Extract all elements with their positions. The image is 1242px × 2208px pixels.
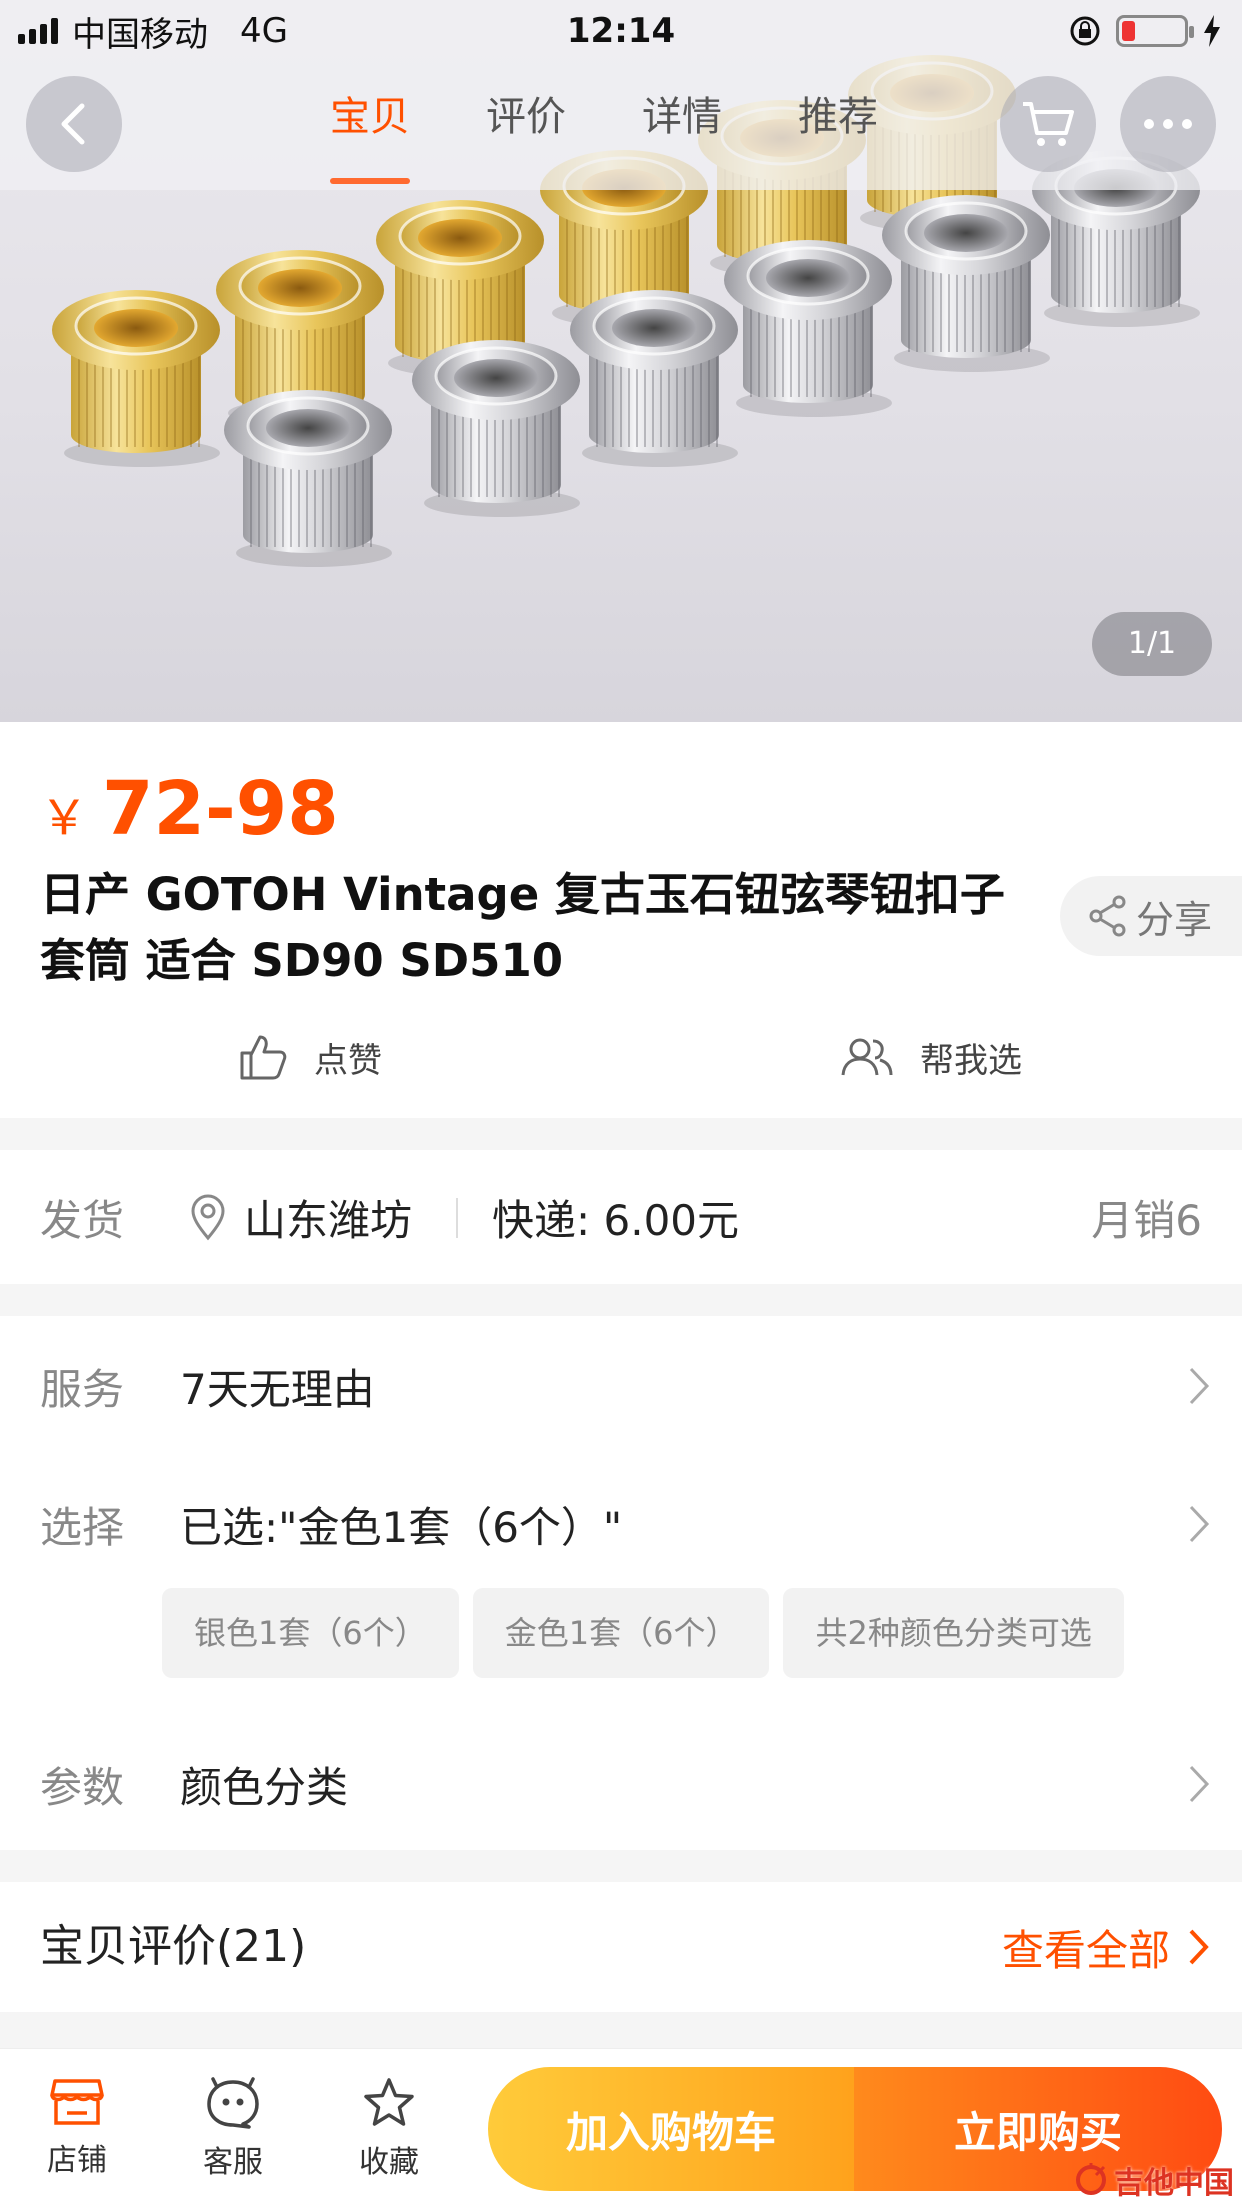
chevron-right-icon [1189, 1505, 1210, 1543]
silver-bushing [412, 340, 580, 517]
star-icon [364, 2078, 414, 2126]
chevron-right-icon [1189, 1367, 1210, 1405]
chevron-right-icon [1189, 1765, 1210, 1803]
battery-icon [1116, 15, 1194, 47]
share-button[interactable]: 分享 [1060, 876, 1242, 956]
guitar-logo-icon [1076, 2163, 1106, 2195]
service-label: 服务 [40, 1364, 125, 1414]
watermark-text: 吉他中国 [1114, 2166, 1234, 2201]
tab-reviews[interactable]: 评价 [486, 62, 566, 190]
option-chip-gold[interactable]: 金色1套（6个） [472, 1588, 770, 1678]
status-right [1068, 0, 1222, 62]
monthly-sales-wrap: 月销6 [1091, 1150, 1202, 1284]
social-actions: 点赞 帮我选 [0, 1022, 1242, 1092]
option-chip-silver[interactable]: 银色1套（6个） [162, 1588, 459, 1678]
product-title: 日产 GOTOH Vintage 复古玉石钮弦琴钮扣子套筒 适合 SD90 SD… [40, 868, 1005, 987]
shipping-label: 发货 [40, 1195, 125, 1245]
like-button[interactable]: 点赞 [238, 1022, 382, 1092]
status-bar: 中国移动 4G 12:14 [0, 0, 1242, 62]
more-button[interactable] [1120, 76, 1216, 172]
select-row[interactable]: 选择 已选:"金色1套（6个）" [0, 1454, 1242, 1594]
reviews-header: 宝贝评价(21) 查看全部 [0, 1882, 1242, 2012]
help-choose-label: 帮我选 [920, 1040, 1022, 1081]
service-row[interactable]: 服务 7天无理由 [0, 1316, 1242, 1456]
bottom-action-bar: 店铺 客服 收藏 加入购物车 立即购买 吉他中国 [0, 2048, 1242, 2208]
selected-option: 已选:"金色1套（6个）" [180, 1502, 623, 1552]
currency-symbol: ￥ [40, 790, 89, 846]
reviews-title: 宝贝评价(21) [40, 1921, 307, 1972]
price: ￥ 72-98 [40, 766, 339, 852]
gold-bushing [52, 290, 220, 467]
view-all-label: 查看全部 [1001, 1925, 1170, 1975]
product-detail-page: 1/1 中国移动 4G 12:14 宝贝 评价 详情 推荐 ￥ 72-98 日产… [0, 0, 1242, 2208]
origin-city: 山东潍坊 [244, 1195, 413, 1245]
location-pin-icon [191, 1194, 225, 1241]
express-fee: 快递: 6.00元 [492, 1195, 740, 1245]
params-value: 颜色分类 [180, 1762, 349, 1812]
customer-service-label: 客服 [203, 2145, 263, 2180]
add-to-cart-button[interactable]: 加入购物车 [488, 2067, 854, 2191]
option-chip-count[interactable]: 共2种颜色分类可选 [783, 1588, 1124, 1678]
shop-button[interactable]: 店铺 [22, 2077, 132, 2179]
select-label: 选择 [40, 1502, 125, 1552]
cart-button[interactable] [1000, 76, 1096, 172]
shipping-row[interactable]: 发货 山东潍坊 快递: 6.00元 月销6 [0, 1150, 1242, 1284]
favorite-button[interactable]: 收藏 [334, 2077, 444, 2181]
rotation-lock-icon [1070, 16, 1100, 46]
like-label: 点赞 [314, 1040, 382, 1081]
option-chips: 银色1套（6个） 金色1套（6个） 共2种颜色分类可选 [162, 1588, 1124, 1678]
silver-bushing [224, 390, 392, 567]
divider [456, 1198, 458, 1238]
shipping-fee-wrap: 快递: 6.00元 [492, 1150, 739, 1284]
share-icon [1089, 895, 1126, 937]
charging-icon [1204, 15, 1220, 47]
price-value: 72-98 [102, 766, 339, 852]
service-value: 7天无理由 [180, 1364, 375, 1414]
params-label: 参数 [40, 1762, 125, 1812]
share-label: 分享 [1136, 897, 1213, 942]
view-all-reviews-link[interactable]: 查看全部 [1002, 1882, 1210, 2012]
tab-item[interactable]: 宝贝 [330, 62, 410, 190]
help-choose-button[interactable]: 帮我选 [840, 1022, 1022, 1092]
top-nav: 宝贝 评价 详情 推荐 [0, 62, 1242, 190]
image-pager: 1/1 [1092, 612, 1212, 676]
params-row[interactable]: 参数 颜色分类 [0, 1718, 1242, 1850]
thumbs-up-icon [240, 1035, 287, 1080]
tab-recommend[interactable]: 推荐 [798, 62, 878, 190]
tab-details[interactable]: 详情 [642, 62, 722, 190]
silver-bushing [882, 195, 1050, 372]
people-icon [841, 1038, 893, 1076]
product-info: ￥ 72-98 日产 GOTOH Vintage 复古玉石钮弦琴钮扣子套筒 适合… [0, 722, 1242, 1118]
silver-bushing [724, 240, 892, 417]
shop-icon [50, 2079, 104, 2125]
shipping-label-wrap: 发货 [40, 1150, 124, 1284]
cart-icon [1023, 102, 1074, 146]
status-time: 12:14 [566, 11, 676, 51]
nav-tabs: 宝贝 评价 详情 推荐 [330, 62, 878, 190]
customer-service-button[interactable]: 客服 [178, 2077, 288, 2181]
silver-bushing [570, 290, 738, 467]
service-panel: 服务 7天无理由 选择 已选:"金色1套（6个）" 银色1套（6个） 金色1套（… [0, 1316, 1242, 1850]
shipping-origin: 山东潍坊 [188, 1150, 412, 1284]
chat-face-icon [207, 2077, 259, 2129]
monthly-sales: 月销6 [1091, 1195, 1202, 1245]
back-arrow-icon [61, 103, 85, 145]
more-icon [1144, 119, 1192, 129]
favorite-label: 收藏 [359, 2145, 419, 2180]
chevron-right-icon [1189, 1929, 1209, 1965]
shop-label: 店铺 [47, 2143, 107, 2178]
site-watermark: 吉他中国 [1074, 2158, 1234, 2202]
back-button[interactable] [26, 76, 122, 172]
